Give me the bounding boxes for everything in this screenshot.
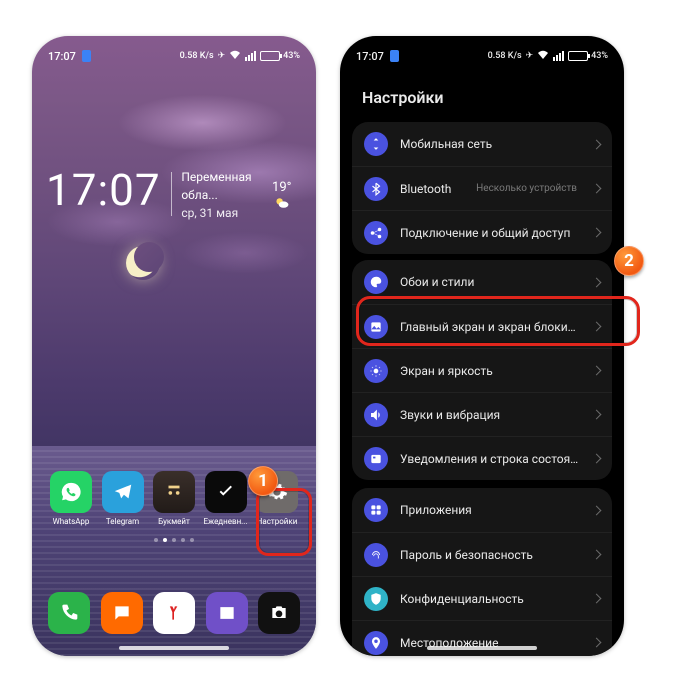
moon-graphic — [126, 246, 160, 280]
chevron-right-icon — [592, 594, 602, 604]
airplane-icon: ✈ — [218, 51, 226, 61]
sound-icon — [364, 403, 388, 427]
whatsapp-icon — [50, 471, 92, 513]
share-icon — [364, 221, 388, 245]
chevron-right-icon — [592, 184, 602, 194]
chevron-right-icon — [592, 139, 602, 149]
apps-icon — [364, 498, 388, 522]
wifi-icon — [229, 50, 241, 63]
weather-text: Переменная обла... ср, 31 мая — [181, 168, 262, 222]
dock — [48, 592, 300, 634]
row-wallpaper[interactable]: Обои и стили — [352, 260, 612, 304]
checkmark-icon — [205, 471, 247, 513]
status-time: 17:07 — [48, 50, 76, 63]
page-title: Настройки — [362, 88, 444, 107]
status-bar: 17:07 0.58 K/s ✈ 43% — [32, 36, 316, 76]
status-bar: 17:07 0.58 K/s ✈ 43% — [340, 36, 624, 76]
temperature: 19° — [272, 180, 302, 211]
dock-yandex[interactable] — [153, 592, 195, 634]
battery-pct: 43% — [283, 51, 300, 61]
settings-group-connectivity: Мобильная сеть Bluetooth Несколько устро… — [352, 122, 612, 254]
dock-messages[interactable] — [101, 592, 143, 634]
settings-screen: 17:07 0.58 K/s ✈ 43% Настройки Мобильная… — [340, 36, 624, 656]
row-sound-vibration[interactable]: Звуки и вибрация — [352, 392, 612, 436]
row-location[interactable]: Местоположение — [352, 620, 612, 656]
chevron-right-icon — [592, 638, 602, 648]
status-time: 17:07 — [356, 50, 384, 63]
app-bookmate[interactable]: Букмейт — [151, 471, 197, 526]
nav-handle[interactable] — [427, 646, 537, 650]
shield-icon — [364, 587, 388, 611]
app-whatsapp[interactable]: WhatsApp — [48, 471, 94, 526]
chevron-right-icon — [592, 410, 602, 420]
dock-camera[interactable] — [258, 592, 300, 634]
signal-icon — [245, 51, 256, 61]
chevron-right-icon — [592, 228, 602, 238]
bluetooth-icon — [82, 50, 91, 62]
chevron-right-icon — [592, 366, 602, 376]
battery-indicator: 43% — [260, 51, 300, 61]
brightness-icon — [364, 359, 388, 383]
weather-icon — [274, 195, 290, 211]
app-daily[interactable]: Ежедневн... — [203, 471, 249, 526]
bluetooth-icon — [364, 177, 388, 201]
clock-widget[interactable]: 17:07 Переменная обла... ср, 31 мая 19° — [46, 168, 302, 222]
fingerprint-icon — [364, 543, 388, 567]
location-icon — [364, 631, 388, 655]
divider — [171, 172, 172, 216]
row-display-brightness[interactable]: Экран и яркость — [352, 348, 612, 392]
dock-phone[interactable] — [48, 592, 90, 634]
chevron-right-icon — [592, 550, 602, 560]
status-speed: 0.58 K/s — [180, 51, 214, 61]
status-speed: 0.58 K/s — [488, 51, 522, 61]
row-connection-sharing[interactable]: Подключение и общий доступ — [352, 210, 612, 254]
airplane-icon: ✈ — [526, 51, 534, 61]
palette-icon — [364, 270, 388, 294]
battery-indicator: 43% — [568, 51, 608, 61]
nav-handle[interactable] — [119, 646, 229, 650]
telegram-icon — [102, 471, 144, 513]
signal-icon — [553, 51, 564, 61]
chevron-right-icon — [592, 505, 602, 515]
mobile-network-icon — [364, 132, 388, 156]
chevron-right-icon — [592, 322, 602, 332]
row-apps[interactable]: Приложения — [352, 488, 612, 532]
dock-gallery[interactable] — [206, 592, 248, 634]
row-privacy[interactable]: Конфиденциальность — [352, 576, 612, 620]
wifi-icon — [537, 50, 549, 63]
home-screen-icon — [364, 315, 388, 339]
big-time: 17:07 — [46, 168, 161, 212]
bluetooth-icon — [390, 50, 399, 62]
page-indicator — [32, 538, 316, 542]
settings-group-display: Обои и стили Главный экран и экран блоки… — [352, 260, 612, 480]
home-screen: 17:07 0.58 K/s ✈ 43% 17:07 Переменная об… — [32, 36, 316, 656]
app-telegram[interactable]: Telegram — [100, 471, 146, 526]
row-bluetooth[interactable]: Bluetooth Несколько устройств — [352, 166, 612, 210]
settings-group-system: Приложения Пароль и безопасность Конфиде… — [352, 488, 612, 656]
chevron-right-icon — [592, 277, 602, 287]
chevron-right-icon — [592, 454, 602, 464]
row-mobile-network[interactable]: Мобильная сеть — [352, 122, 612, 166]
row-notifications[interactable]: Уведомления и строка состояния — [352, 436, 612, 480]
callout-badge-1: 1 — [248, 466, 278, 496]
callout-badge-2: 2 — [614, 246, 644, 276]
row-home-lock-screen[interactable]: Главный экран и экран блокировки — [352, 304, 612, 348]
row-password-security[interactable]: Пароль и безопасность — [352, 532, 612, 576]
bookmate-icon — [153, 471, 195, 513]
notification-icon — [364, 447, 388, 471]
